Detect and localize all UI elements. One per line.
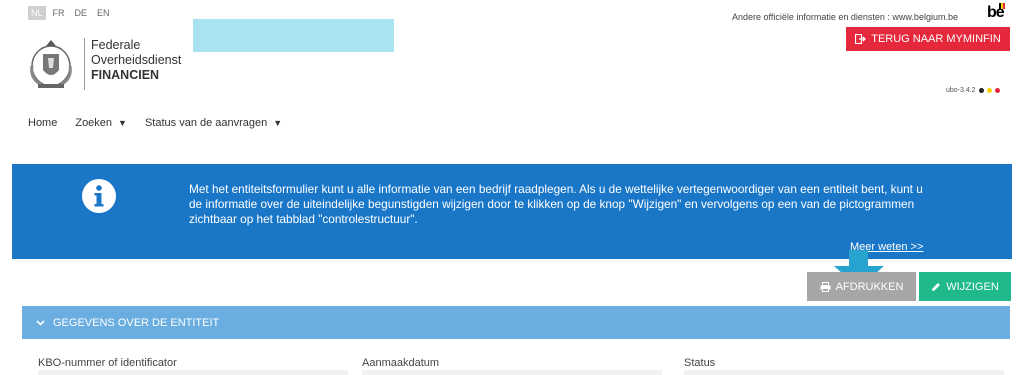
nav-status-label: Status van de aanvragen — [144, 117, 268, 129]
nav-search-label: Zoeken — [75, 117, 113, 129]
exit-icon — [855, 34, 867, 44]
lang-en[interactable]: EN — [94, 6, 113, 20]
logo-divider — [84, 38, 85, 90]
language-selector: NL FR DE EN — [28, 6, 113, 20]
print-button[interactable]: AFDRUKKEN — [807, 272, 916, 301]
kbo-field — [38, 370, 348, 375]
coat-of-arms-icon — [30, 40, 72, 88]
logo-line-3: FINANCIEN — [91, 68, 160, 82]
arrow-annotation-shaft — [849, 250, 868, 267]
printer-icon — [820, 281, 831, 292]
version-indicator: ubo-3.4.2 — [946, 87, 1000, 94]
back-button-label: TERUG NAAR MYMINFIN — [871, 33, 1001, 45]
lang-de[interactable]: DE — [72, 6, 91, 20]
logo-text: Federale Overheidsdienst FINANCIEN — [91, 38, 181, 83]
nav-home-label: Home — [28, 117, 58, 129]
page: NL FR DE EN Andere officiële informatie … — [0, 0, 1024, 375]
entity-data-section-header[interactable]: GEGEVENS OVER DE ENTITEIT — [22, 306, 1010, 339]
status-label: Status — [684, 357, 716, 369]
fod-logo[interactable]: Federale Overheidsdienst FINANCIEN — [26, 38, 181, 90]
chevron-down-icon: ▼ — [273, 118, 283, 128]
redacted-highlight — [193, 19, 394, 52]
pencil-icon — [932, 282, 941, 291]
nav-home[interactable]: Home — [28, 117, 57, 129]
dot-yellow — [986, 88, 992, 93]
version-text: ubo-3.4.2 — [946, 87, 976, 94]
dot-red — [994, 88, 1000, 93]
dot-black — [978, 88, 984, 93]
print-button-label: AFDRUKKEN — [835, 280, 904, 293]
created-date-field — [362, 370, 662, 375]
lang-fr[interactable]: FR — [50, 6, 68, 20]
belgium-link[interactable]: Andere officiële informatie en diensten … — [732, 12, 958, 22]
logo-line-2: Overheidsdienst — [91, 53, 182, 67]
flag-icon — [999, 3, 1005, 9]
chevron-down-icon — [36, 319, 45, 326]
created-date-label: Aanmaakdatum — [362, 357, 440, 369]
info-banner: Met het entiteitsformulier kunt u alle i… — [12, 164, 1012, 259]
kbo-label: KBO-nummer of identificator — [38, 357, 177, 369]
edit-button-label: WIJZIGEN — [946, 280, 999, 293]
info-icon — [82, 179, 116, 213]
chevron-down-icon: ▼ — [118, 118, 127, 128]
nav-search[interactable]: Zoeken ▼ — [75, 117, 127, 129]
section-title: GEGEVENS OVER DE ENTITEIT — [53, 316, 220, 329]
belgium-logo[interactable]: be — [987, 3, 1009, 24]
status-field — [684, 370, 1004, 375]
lang-nl[interactable]: NL — [28, 6, 46, 20]
edit-button[interactable]: WIJZIGEN — [919, 272, 1011, 301]
info-text: Met het entiteitsformulier kunt u alle i… — [189, 182, 923, 226]
back-to-myminfin-button[interactable]: TERUG NAAR MYMINFIN — [846, 27, 1010, 51]
nav-status[interactable]: Status van de aanvragen ▼ — [145, 117, 282, 129]
logo-line-1: Federale — [91, 38, 141, 52]
main-nav: Home Zoeken ▼ Status van de aanvragen ▼ — [28, 117, 282, 129]
